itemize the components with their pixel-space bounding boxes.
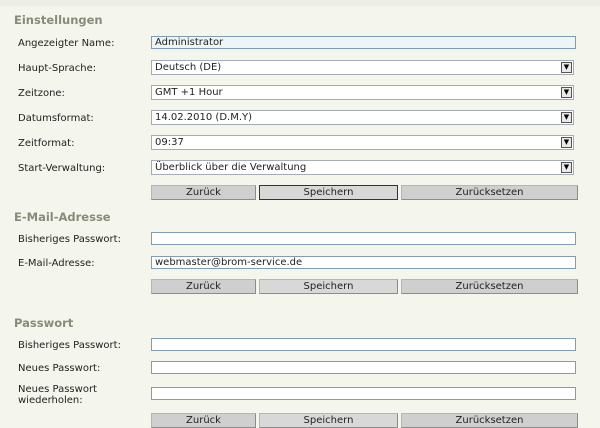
password-repeat-input[interactable] — [151, 387, 576, 400]
email-reset-button[interactable]: Zurücksetzen — [401, 279, 578, 294]
chevron-down-icon[interactable]: ▼ — [561, 62, 572, 73]
chevron-down-icon[interactable]: ▼ — [561, 137, 572, 148]
language-select[interactable]: Deutsch (DE) ▼ — [151, 60, 574, 75]
password-repeat-label-line1: Neues Passwort — [18, 384, 97, 395]
top-bar — [0, 0, 600, 6]
settings-save-button[interactable]: Speichern — [259, 185, 398, 200]
timezone-select[interactable]: GMT +1 Hour ▼ — [151, 85, 574, 100]
email-back-button[interactable]: Zurück — [151, 279, 256, 294]
settings-reset-button[interactable]: Zurücksetzen — [401, 185, 578, 200]
password-repeat-label: Neues Passwort wiederholen: — [18, 384, 97, 406]
password-new-label: Neues Passwort: — [18, 363, 101, 374]
password-save-button[interactable]: Speichern — [259, 413, 398, 428]
timezone-label: Zeitzone: — [18, 88, 65, 99]
password-reset-button[interactable]: Zurücksetzen — [401, 413, 578, 428]
dateformat-label: Datumsformat: — [18, 113, 94, 124]
password-back-button[interactable]: Zurück — [151, 413, 256, 428]
chevron-down-icon[interactable]: ▼ — [561, 162, 572, 173]
email-section-title: E-Mail-Adresse — [14, 210, 111, 224]
start-label: Start-Verwaltung: — [18, 163, 106, 174]
email-address-input[interactable]: webmaster@brom-service.de — [151, 256, 576, 269]
display-name-label: Angezeigter Name: — [18, 38, 115, 49]
dateformat-select[interactable]: 14.02.2010 (D.M.Y) ▼ — [151, 110, 574, 125]
password-section-title: Passwort — [14, 316, 74, 330]
timeformat-select-value: 09:37 — [155, 137, 184, 148]
timeformat-select[interactable]: 09:37 ▼ — [151, 135, 574, 150]
language-select-value: Deutsch (DE) — [155, 62, 222, 73]
timezone-select-value: GMT +1 Hour — [155, 87, 223, 98]
settings-section-title: Einstellungen — [14, 13, 103, 27]
password-old-label: Bisheriges Passwort: — [18, 340, 121, 351]
chevron-down-icon[interactable]: ▼ — [561, 112, 572, 123]
password-repeat-label-line2: wiederholen: — [18, 395, 83, 406]
email-address-label: E-Mail-Adresse: — [18, 258, 95, 269]
email-old-password-input[interactable] — [151, 232, 576, 245]
email-save-button[interactable]: Speichern — [259, 279, 398, 294]
email-old-password-label: Bisheriges Passwort: — [18, 234, 121, 245]
start-select[interactable]: Überblick über die Verwaltung ▼ — [151, 160, 574, 175]
start-select-value: Überblick über die Verwaltung — [155, 162, 307, 173]
password-old-input[interactable] — [151, 338, 576, 351]
settings-back-button[interactable]: Zurück — [151, 185, 256, 200]
display-name-input[interactable]: Administrator — [151, 36, 576, 49]
chevron-down-icon[interactable]: ▼ — [561, 87, 572, 98]
dateformat-select-value: 14.02.2010 (D.M.Y) — [155, 112, 253, 123]
password-new-input[interactable] — [151, 361, 576, 374]
timeformat-label: Zeitformat: — [18, 138, 75, 149]
language-label: Haupt-Sprache: — [18, 63, 97, 74]
